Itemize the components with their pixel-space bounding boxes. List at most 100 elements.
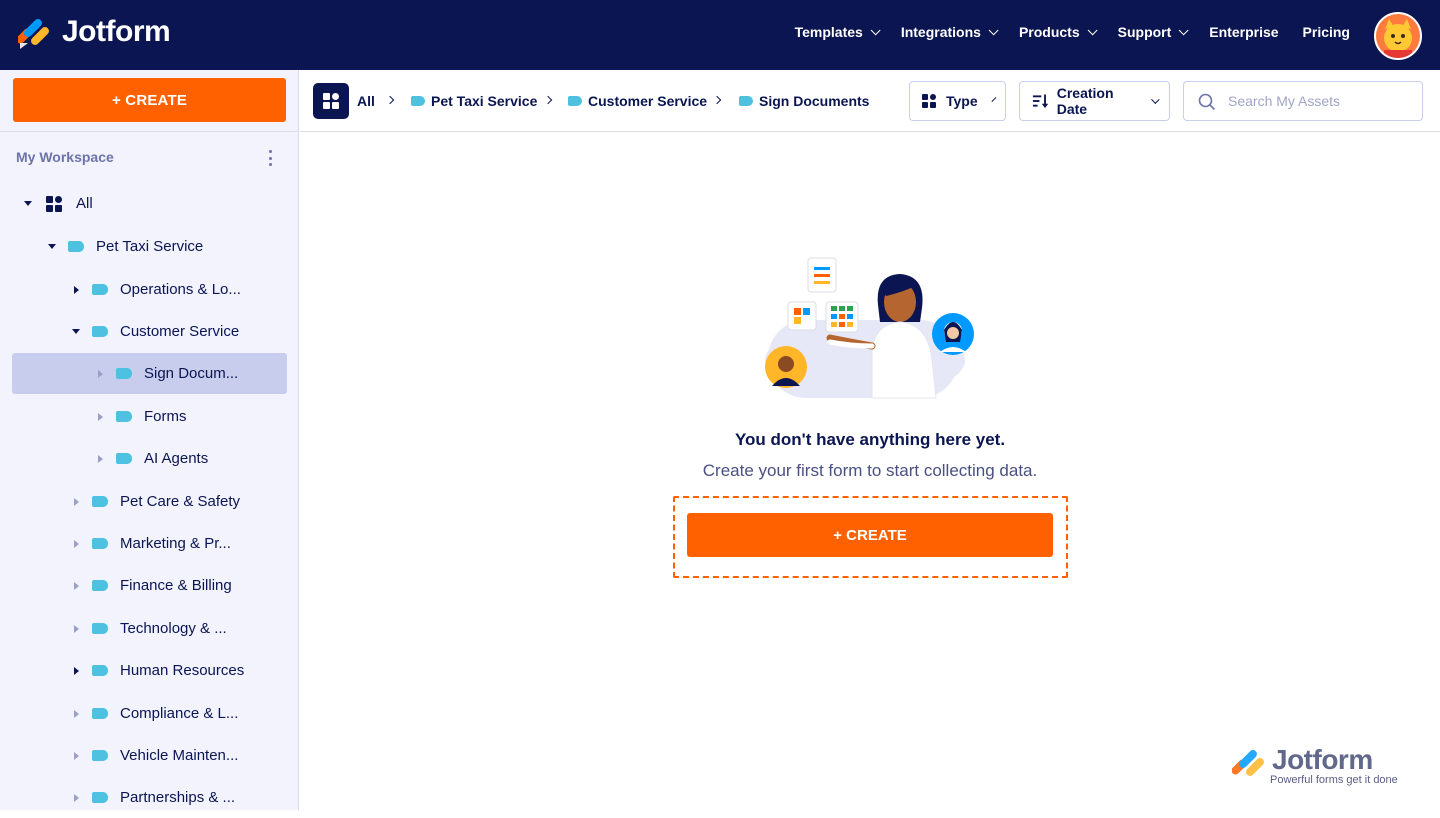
sidebar-divider	[0, 131, 299, 132]
nav-products-label: Products	[1018, 24, 1080, 40]
breadcrumb-label: Customer Service	[588, 93, 708, 109]
jotform-logo-icon	[1232, 750, 1264, 776]
caret-right-icon[interactable]	[74, 624, 79, 633]
main-nav: Templates Integrations Products Support …	[771, 24, 1350, 40]
folder-icon	[116, 453, 132, 464]
tree-item-compliance[interactable]: Compliance & L...	[12, 693, 287, 734]
caret-right-icon[interactable]	[74, 666, 79, 675]
folder-icon	[116, 411, 132, 422]
folder-icon	[68, 241, 84, 252]
folder-icon	[739, 96, 753, 106]
caret-right-icon[interactable]	[74, 285, 79, 294]
caret-right-icon[interactable]	[98, 412, 103, 421]
empty-state-create-button[interactable]: + CREATE	[687, 513, 1053, 557]
caret-right-icon[interactable]	[98, 454, 103, 463]
tree-item-pet-taxi-service[interactable]: Pet Taxi Service	[12, 226, 287, 267]
sidebar-create-button[interactable]: + CREATE	[13, 78, 286, 122]
nav-pricing[interactable]: Pricing	[1303, 24, 1350, 40]
tree-item-customer-service[interactable]: Customer Service	[12, 311, 287, 352]
nav-templates-label: Templates	[794, 24, 863, 40]
user-avatar[interactable]	[1374, 12, 1422, 60]
chevron-right-icon	[385, 95, 395, 105]
folder-icon	[92, 750, 108, 761]
caret-right-icon[interactable]	[74, 581, 79, 590]
watermark-brand: Jotform	[1272, 744, 1373, 775]
grid-icon	[46, 195, 62, 212]
nav-products[interactable]: Products	[1018, 24, 1098, 40]
empty-state-subtitle: Create your first form to start collecti…	[702, 461, 1038, 480]
folder-icon	[92, 708, 108, 719]
caret-down-icon[interactable]	[48, 244, 56, 249]
tree-item-label: Compliance & L...	[120, 705, 239, 722]
chevron-right-icon	[543, 95, 553, 105]
nav-integrations-label: Integrations	[900, 24, 981, 40]
type-filter-label: Type	[946, 93, 978, 109]
workspace-more-icon[interactable]	[267, 150, 273, 166]
caret-right-icon[interactable]	[98, 369, 103, 378]
folder-icon	[92, 326, 108, 337]
tree-item-human-resources[interactable]: Human Resources	[12, 650, 287, 691]
tree-item-technology[interactable]: Technology & ...	[12, 608, 287, 649]
caret-right-icon[interactable]	[74, 539, 79, 548]
nav-templates[interactable]: Templates	[794, 24, 881, 40]
tree-item-marketing[interactable]: Marketing & Pr...	[12, 523, 287, 564]
nav-support[interactable]: Support	[1117, 24, 1189, 40]
caret-down-icon[interactable]	[24, 201, 32, 206]
search-input[interactable]	[1228, 93, 1398, 109]
tree-item-label: Marketing & Pr...	[120, 535, 231, 552]
caret-right-icon[interactable]	[74, 709, 79, 718]
tree-item-vehicle-maintenance[interactable]: Vehicle Mainten...	[12, 735, 287, 776]
chevron-down-icon	[870, 24, 881, 35]
tree-item-sign-documents[interactable]: Sign Docum...	[12, 353, 287, 394]
tree-item-label: Operations & Lo...	[120, 281, 241, 298]
tree-item-finance-billing[interactable]: Finance & Billing	[12, 565, 287, 606]
caret-right-icon[interactable]	[74, 751, 79, 760]
breadcrumb-home-button[interactable]	[313, 83, 349, 119]
nav-pricing-label: Pricing	[1302, 24, 1350, 40]
top-navigation-bar: Jotform Templates Integrations Products …	[0, 0, 1440, 70]
tree-item-label: Pet Care & Safety	[120, 493, 241, 510]
watermark-tagline: Powerful forms get it done	[1270, 774, 1398, 786]
tree-item-label: Vehicle Mainten...	[120, 747, 239, 764]
empty-state-title: You don't have anything here yet.	[734, 430, 1006, 449]
tree-item-label: Sign Docum...	[144, 365, 239, 382]
nav-integrations[interactable]: Integrations	[900, 24, 999, 40]
tree-item-label: Technology & ...	[120, 620, 227, 637]
jotform-logo[interactable]: Jotform	[18, 15, 171, 49]
breadcrumb-sign-documents[interactable]: Sign Documents	[739, 93, 869, 109]
breadcrumb-customer-service[interactable]: Customer Service	[568, 93, 707, 109]
sort-dropdown[interactable]: Creation Date	[1019, 81, 1170, 121]
folder-icon	[411, 96, 425, 106]
caret-right-icon[interactable]	[74, 793, 79, 802]
search-box[interactable]	[1183, 81, 1423, 121]
tree-item-ai-agents[interactable]: AI Agents	[12, 438, 287, 479]
search-icon	[1198, 93, 1216, 111]
tree-item-label: Partnerships & ...	[120, 789, 236, 806]
caret-right-icon[interactable]	[74, 497, 79, 506]
chevron-down-icon	[1178, 24, 1189, 35]
folder-icon	[92, 538, 108, 549]
folder-icon	[116, 368, 132, 379]
tree-item-partnerships[interactable]: Partnerships & ...	[12, 777, 287, 818]
breadcrumb-all[interactable]: All	[357, 93, 375, 109]
breadcrumb-pet-taxi-service[interactable]: Pet Taxi Service	[411, 93, 537, 109]
tree-item-forms[interactable]: Forms	[12, 396, 287, 437]
tree-item-label: All	[76, 195, 93, 212]
folder-icon	[92, 284, 108, 295]
tree-item-pet-care-safety[interactable]: Pet Care & Safety	[12, 481, 287, 522]
tree-item-label: AI Agents	[144, 450, 209, 467]
tree-item-all[interactable]: All	[12, 183, 287, 224]
caret-down-icon[interactable]	[72, 329, 80, 334]
tree-item-operations[interactable]: Operations & Lo...	[12, 269, 287, 310]
avatar-cat-icon	[1376, 14, 1420, 58]
nav-enterprise[interactable]: Enterprise	[1209, 24, 1278, 40]
folder-icon	[92, 792, 108, 803]
nav-support-label: Support	[1117, 24, 1172, 40]
breadcrumb-label: Pet Taxi Service	[431, 93, 538, 109]
grid-icon	[922, 94, 936, 108]
type-filter-button[interactable]: Type	[909, 81, 1006, 121]
tree-item-label: Customer Service	[120, 323, 240, 340]
workspace-sidebar: + CREATE My Workspace All Pet Taxi Servi…	[0, 70, 299, 810]
sort-label: Creation Date	[1056, 85, 1114, 117]
folder-icon	[568, 96, 582, 106]
